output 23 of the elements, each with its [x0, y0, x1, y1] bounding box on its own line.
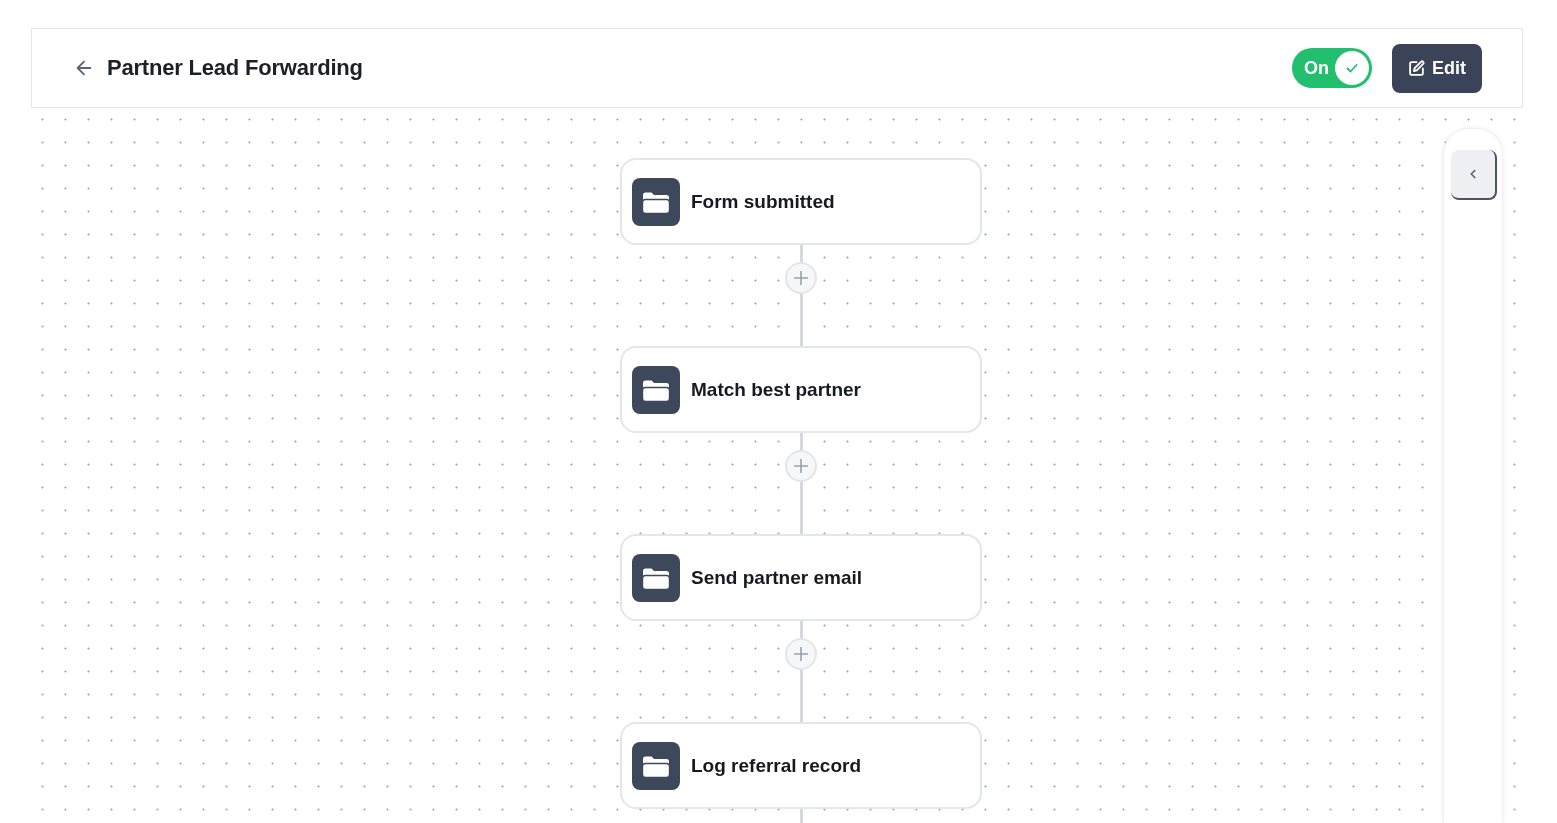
folder-icon [632, 553, 680, 602]
edit-icon [1408, 59, 1425, 77]
folder-icon [632, 741, 680, 790]
add-step-button[interactable] [785, 262, 817, 294]
collapse-button[interactable] [1451, 150, 1497, 200]
edit-button[interactable]: Edit [1392, 43, 1482, 93]
check-icon [1335, 51, 1369, 85]
plus-icon [794, 459, 808, 473]
folder-icon [632, 177, 680, 226]
step-label: Match best partner [691, 378, 861, 401]
add-step-button[interactable] [785, 450, 817, 482]
plus-icon [794, 271, 808, 285]
plus-icon [794, 647, 808, 661]
step-node[interactable]: Match best partner [620, 346, 982, 433]
page-title: Partner Lead Forwarding [107, 55, 363, 81]
step-node[interactable]: Send partner email [620, 534, 982, 621]
step-node[interactable]: Form submitted [620, 158, 982, 245]
step-label: Log referral record [691, 754, 861, 777]
add-step-button[interactable] [785, 638, 817, 670]
step-label: Send partner email [691, 566, 863, 589]
step-node[interactable]: Log referral record [620, 722, 982, 809]
step-label: Form submitted [691, 190, 835, 213]
folder-icon [632, 365, 680, 414]
